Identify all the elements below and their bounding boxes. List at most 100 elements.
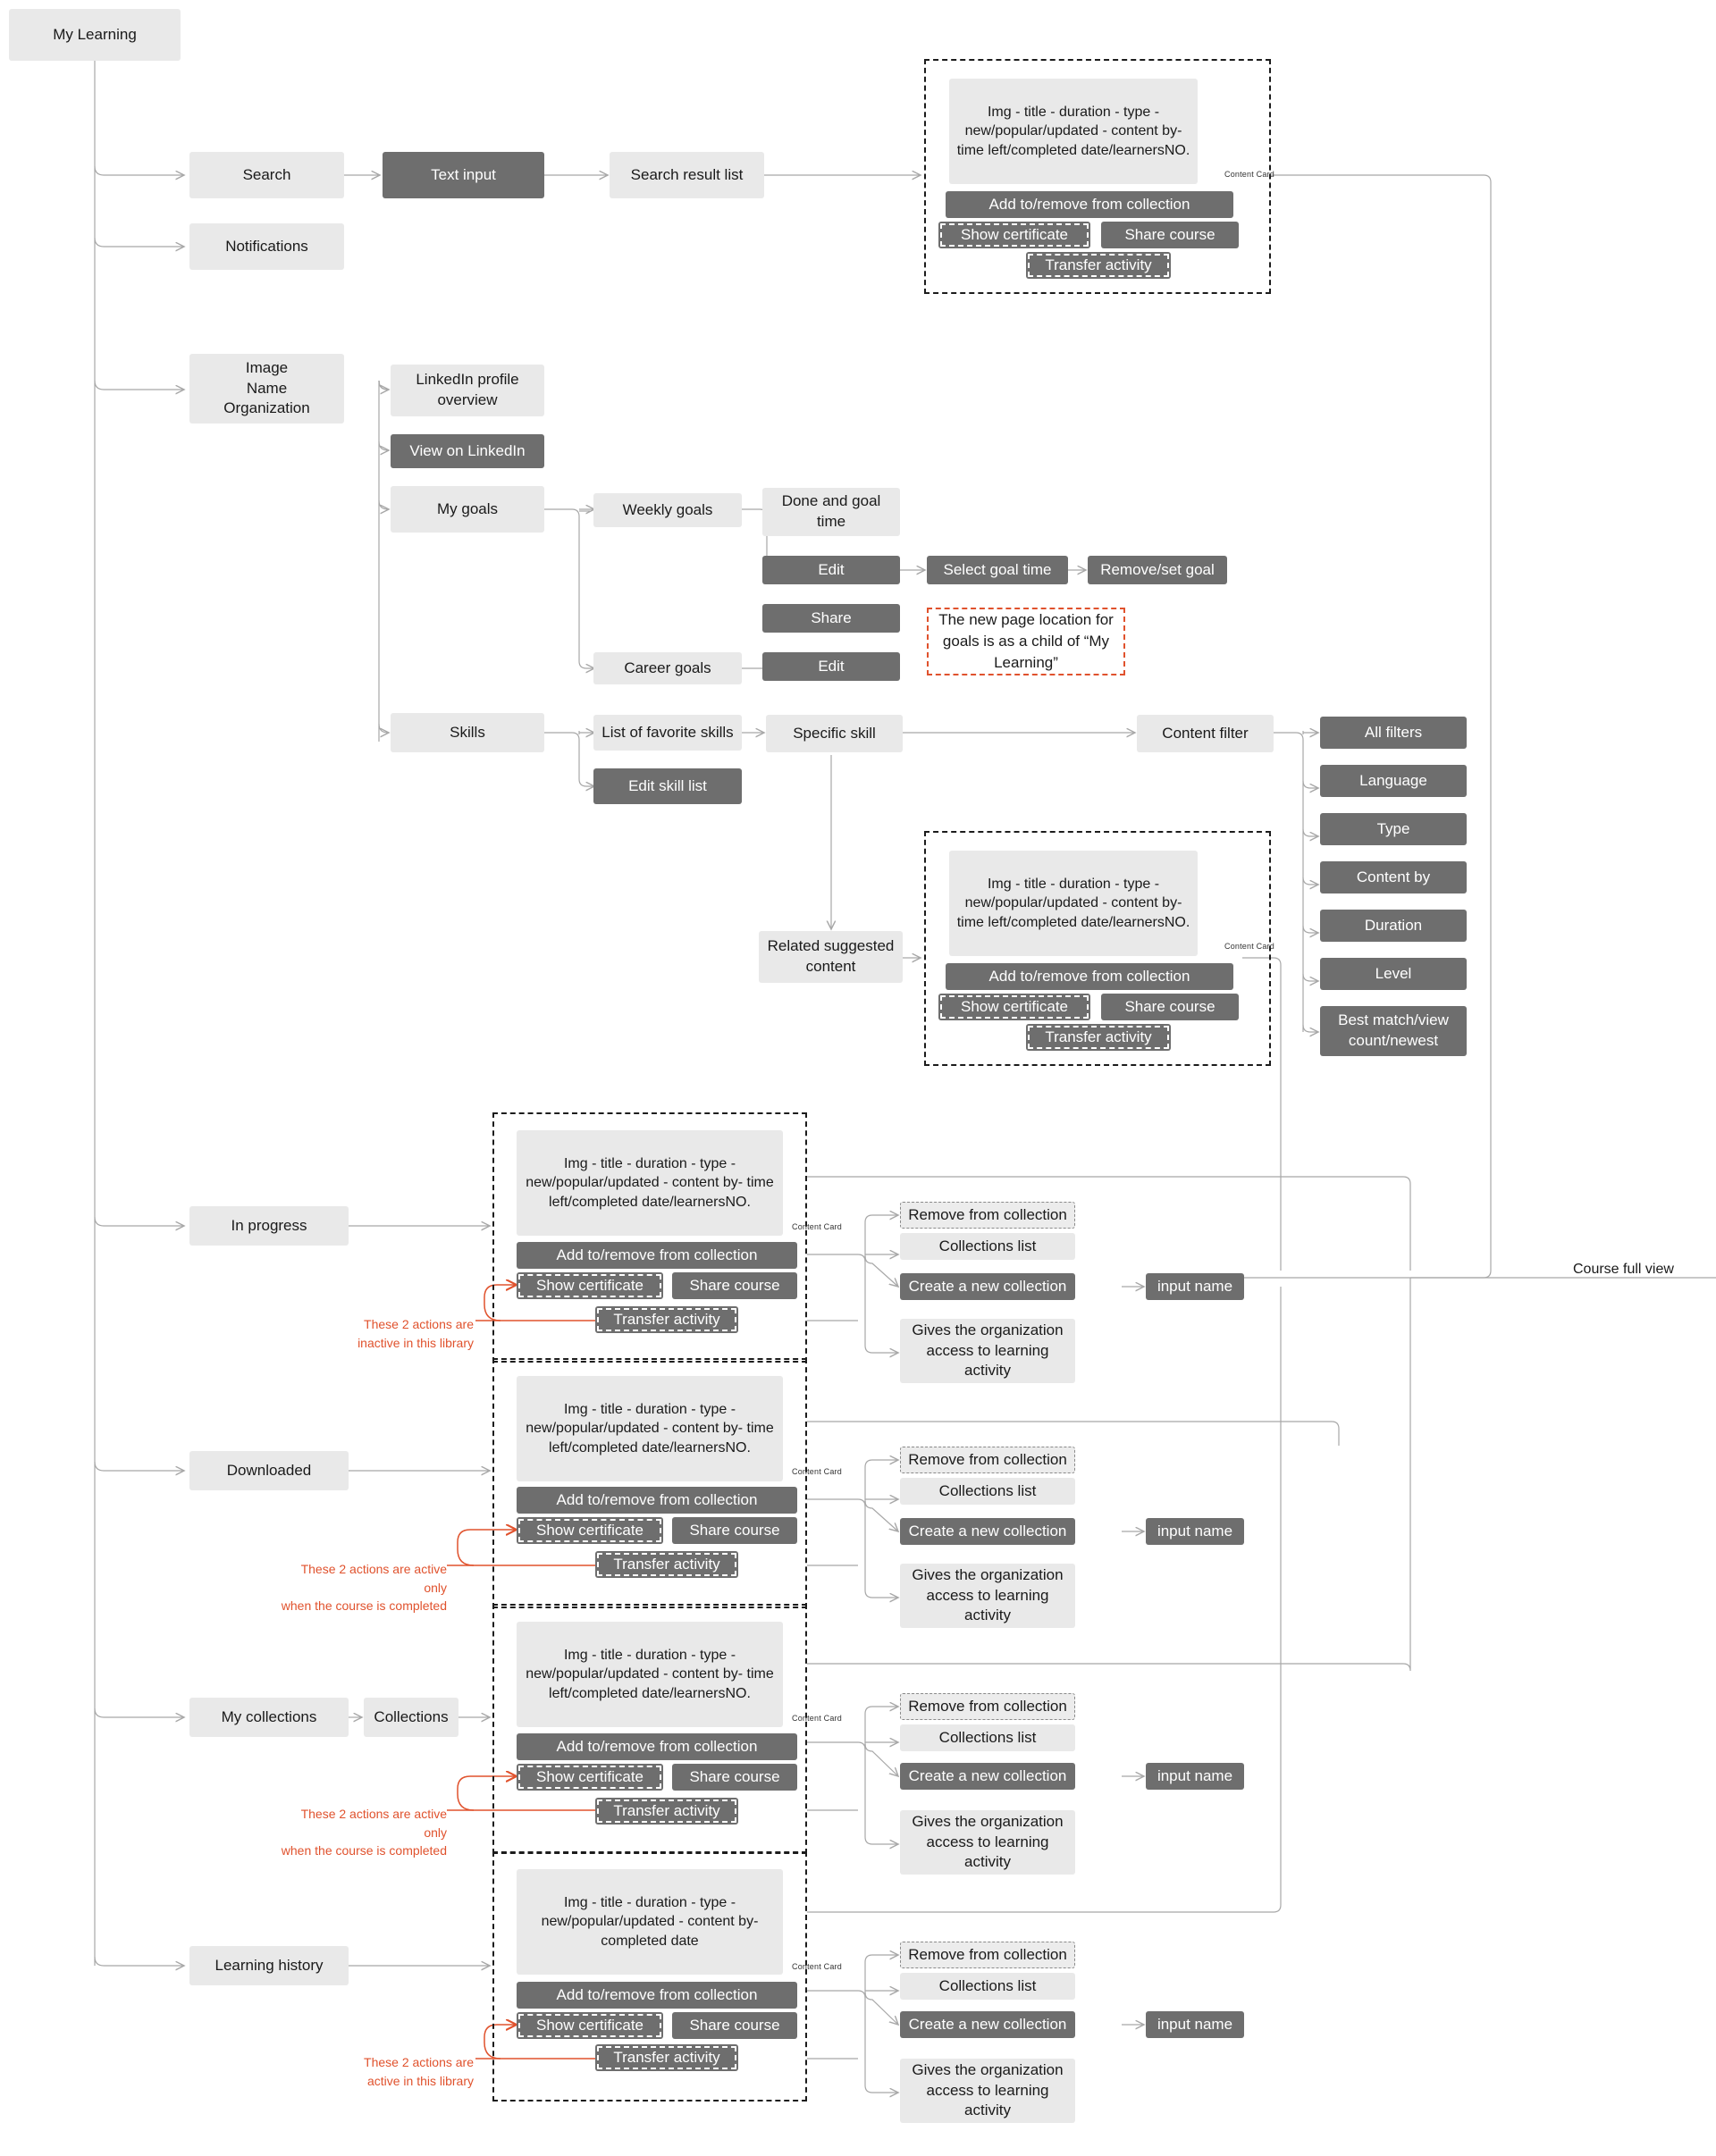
collection-list-learning-history[interactable]: Collections list <box>900 1973 1075 2000</box>
action-share-course-search[interactable]: Share course <box>1101 222 1239 248</box>
action-label: Gives the organization access to learnin… <box>912 2060 1064 2119</box>
action-show-certificate-learning-history[interactable]: Show certificate <box>517 2012 663 2039</box>
content-card-body-text: Img - title - duration - type - new/popu… <box>956 104 1190 158</box>
node-learning-history[interactable]: Learning history <box>189 1946 349 1985</box>
action-label: Create a new collection <box>908 1277 1067 1295</box>
node-search[interactable]: Search <box>189 152 344 198</box>
collection-create-my-collections[interactable]: Create a new collection <box>900 1763 1075 1790</box>
collection-list-my-collections[interactable]: Collections list <box>900 1724 1075 1751</box>
collection-create-downloaded[interactable]: Create a new collection <box>900 1518 1075 1545</box>
node-skills[interactable]: Skills <box>391 713 544 752</box>
action-label: Gives the organization access to learnin… <box>912 1321 1064 1380</box>
action-label: Share course <box>689 1521 780 1539</box>
content-card-body-text: Img - title - duration - type - new/popu… <box>541 1894 759 1949</box>
collection-create-in-progress[interactable]: Create a new collection <box>900 1273 1075 1300</box>
node-edit-career-goals[interactable]: Edit <box>762 652 900 681</box>
action-add-remove-collection-learning-history[interactable]: Add to/remove from collection <box>517 1982 797 2009</box>
collection-input-name-my-collections[interactable]: input name <box>1146 1763 1244 1790</box>
action-share-course-related[interactable]: Share course <box>1101 994 1239 1020</box>
annotation-in-progress: These 2 actions are inactive in this lib… <box>358 1317 474 1350</box>
node-related-suggested-content[interactable]: Related suggested content <box>759 931 903 983</box>
action-label: Collections list <box>938 1976 1037 1994</box>
action-label: Show certificate <box>536 1767 644 1785</box>
collection-org-access-downloaded: Gives the organization access to learnin… <box>900 1564 1075 1628</box>
action-add-remove-collection-downloaded[interactable]: Add to/remove from collection <box>517 1487 797 1514</box>
action-add-remove-collection-search[interactable]: Add to/remove from collection <box>946 191 1233 218</box>
node-label: Search <box>242 165 291 183</box>
action-share-course-in-progress[interactable]: Share course <box>672 1272 797 1299</box>
collection-remove-learning-history[interactable]: Remove from collection <box>900 1942 1075 1968</box>
action-label: Add to/remove from collection <box>988 195 1190 213</box>
action-label: Collections list <box>938 1728 1037 1746</box>
filter-option-type[interactable]: Type <box>1320 813 1467 845</box>
filter-option-content-by[interactable]: Content by <box>1320 861 1467 893</box>
filter-option-all-filters[interactable]: All filters <box>1320 717 1467 749</box>
action-share-course-learning-history[interactable]: Share course <box>672 2012 797 2039</box>
node-edit-skill-list[interactable]: Edit skill list <box>593 768 742 804</box>
annotation-my-collections: These 2 actions are active only when the… <box>281 1807 447 1858</box>
action-add-remove-collection-in-progress[interactable]: Add to/remove from collection <box>517 1242 797 1269</box>
node-profile[interactable]: Image Name Organization <box>189 354 344 424</box>
action-show-certificate-in-progress[interactable]: Show certificate <box>517 1272 663 1299</box>
collection-create-learning-history[interactable]: Create a new collection <box>900 2011 1075 2038</box>
filter-option-duration[interactable]: Duration <box>1320 910 1467 942</box>
action-transfer-activity-related[interactable]: Transfer activity <box>1026 1024 1171 1051</box>
action-show-certificate-related[interactable]: Show certificate <box>938 994 1090 1020</box>
node-label: Remove/set goal <box>1100 560 1215 578</box>
action-transfer-activity-downloaded[interactable]: Transfer activity <box>595 1551 738 1578</box>
node-label: Edit <box>818 657 845 675</box>
filter-option-best-match[interactable]: Best match/view count/newest <box>1320 1006 1467 1056</box>
node-career-goals[interactable]: Career goals <box>593 652 742 684</box>
action-show-certificate-my-collections[interactable]: Show certificate <box>517 1764 663 1791</box>
node-done-and-goal-time[interactable]: Done and goal time <box>762 488 900 536</box>
filter-option-language[interactable]: Language <box>1320 765 1467 797</box>
collection-remove-in-progress[interactable]: Remove from collection <box>900 1202 1075 1229</box>
node-label: Related suggested content <box>767 937 895 975</box>
node-my-learning[interactable]: My Learning <box>9 9 181 61</box>
node-select-goal-time[interactable]: Select goal time <box>927 556 1068 584</box>
action-label: Show certificate <box>961 997 1068 1015</box>
node-text-input[interactable]: Text input <box>383 152 544 198</box>
node-view-on-linkedin[interactable]: View on LinkedIn <box>391 434 544 468</box>
collection-remove-downloaded[interactable]: Remove from collection <box>900 1447 1075 1473</box>
action-add-remove-collection-related[interactable]: Add to/remove from collection <box>946 963 1233 990</box>
node-specific-skill[interactable]: Specific skill <box>766 715 903 752</box>
action-transfer-activity-search[interactable]: Transfer activity <box>1026 252 1171 279</box>
node-my-goals[interactable]: My goals <box>391 486 544 533</box>
collection-input-name-in-progress[interactable]: input name <box>1146 1273 1244 1300</box>
node-weekly-goals[interactable]: Weekly goals <box>593 493 742 527</box>
action-show-certificate-downloaded[interactable]: Show certificate <box>517 1517 663 1544</box>
collection-input-name-learning-history[interactable]: input name <box>1146 2011 1244 2038</box>
node-content-filter[interactable]: Content filter <box>1137 715 1274 752</box>
action-label: Add to/remove from collection <box>556 1737 758 1755</box>
action-label: Share course <box>1124 997 1216 1015</box>
action-transfer-activity-my-collections[interactable]: Transfer activity <box>595 1798 738 1825</box>
node-downloaded[interactable]: Downloaded <box>189 1451 349 1490</box>
action-transfer-activity-learning-history[interactable]: Transfer activity <box>595 2044 738 2071</box>
node-search-result-list[interactable]: Search result list <box>610 152 764 198</box>
action-share-course-downloaded[interactable]: Share course <box>672 1517 797 1544</box>
collection-input-name-downloaded[interactable]: input name <box>1146 1518 1244 1545</box>
node-label: Learning history <box>214 1956 324 1974</box>
node-collections[interactable]: Collections <box>364 1698 458 1737</box>
action-transfer-activity-in-progress[interactable]: Transfer activity <box>595 1306 738 1333</box>
node-list-of-favorite-skills[interactable]: List of favorite skills <box>593 715 742 751</box>
node-label: List of favorite skills <box>601 723 734 741</box>
node-share-weekly-goals[interactable]: Share <box>762 604 900 633</box>
node-my-collections[interactable]: My collections <box>189 1698 349 1737</box>
node-linkedin-profile-overview[interactable]: LinkedIn profile overview <box>391 365 544 416</box>
collection-list-in-progress[interactable]: Collections list <box>900 1233 1075 1260</box>
action-add-remove-collection-my-collections[interactable]: Add to/remove from collection <box>517 1733 797 1760</box>
action-show-certificate-search[interactable]: Show certificate <box>938 222 1090 248</box>
action-label: Share course <box>1124 225 1216 243</box>
filter-option-level[interactable]: Level <box>1320 958 1467 990</box>
node-remove-set-goal[interactable]: Remove/set goal <box>1088 556 1227 584</box>
annotation-learning-history: These 2 actions are active in this libra… <box>364 2055 474 2088</box>
annotation-downloaded: These 2 actions are active only when the… <box>281 1562 447 1613</box>
action-share-course-my-collections[interactable]: Share course <box>672 1764 797 1791</box>
collection-list-downloaded[interactable]: Collections list <box>900 1478 1075 1505</box>
node-edit-weekly-goals[interactable]: Edit <box>762 556 900 584</box>
node-notifications[interactable]: Notifications <box>189 223 344 270</box>
node-in-progress[interactable]: In progress <box>189 1206 349 1246</box>
collection-remove-my-collections[interactable]: Remove from collection <box>900 1693 1075 1720</box>
